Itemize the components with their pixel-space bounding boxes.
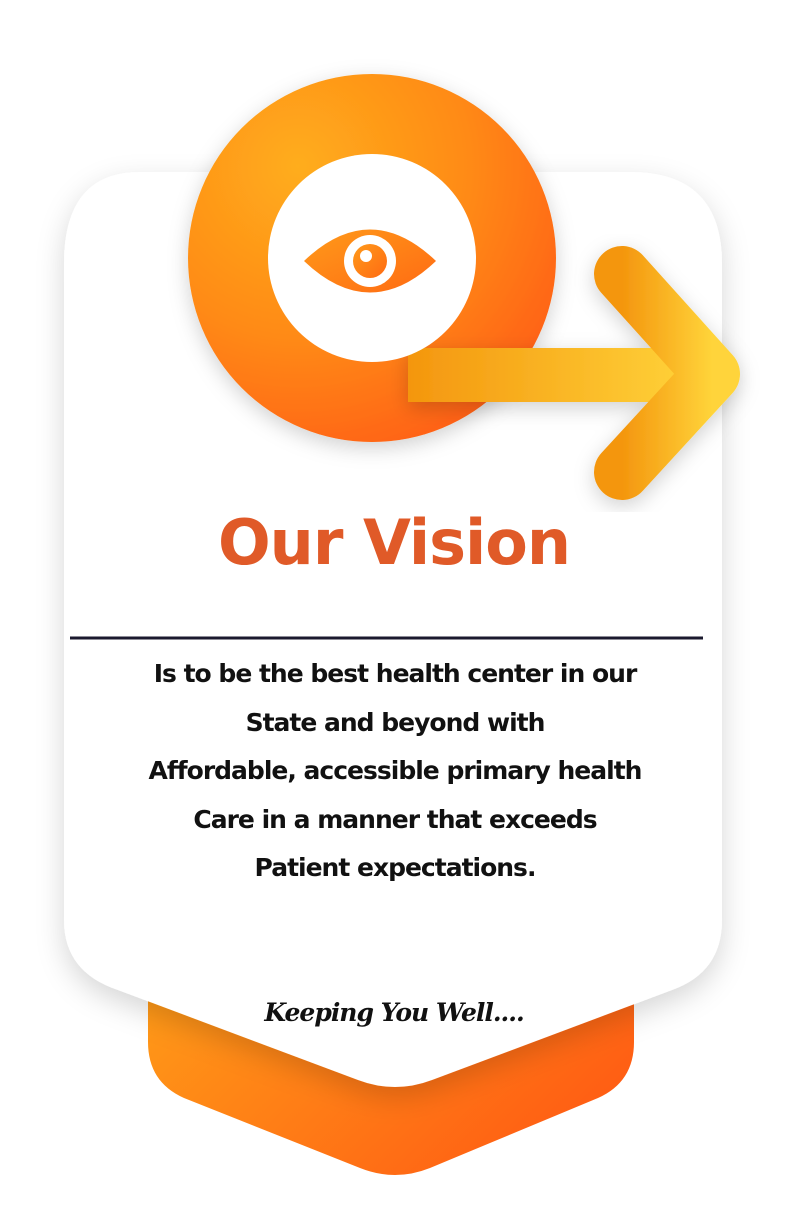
statement-line: Is to be the best health center in our xyxy=(153,659,638,688)
page-title: Our Vision xyxy=(217,506,571,579)
tagline: Keeping You Well.... xyxy=(264,998,524,1027)
statement-line: Affordable, accessible primary health xyxy=(148,756,643,785)
statement-line: State and beyond with xyxy=(245,707,546,737)
statement-line: Care in a manner that exceeds xyxy=(193,804,597,834)
vision-card-artwork xyxy=(64,74,740,1175)
statement-line: Patient expectations. xyxy=(254,853,537,882)
vision-statement: Is to be the best health center in our S… xyxy=(70,650,720,893)
